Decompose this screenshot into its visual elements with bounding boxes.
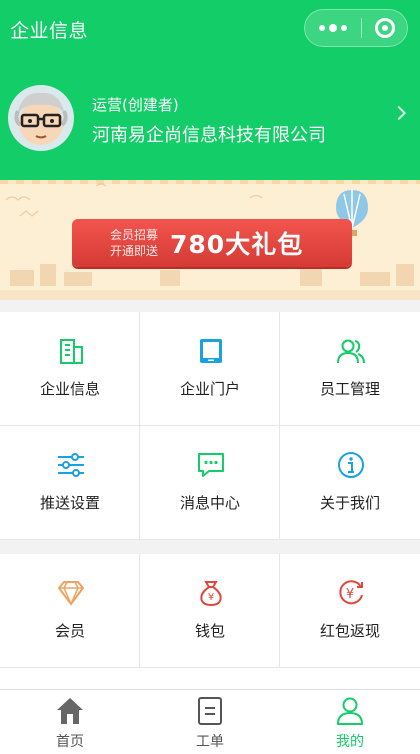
- grid-item-label: 会员: [54, 622, 85, 640]
- bottom-tab-bar: 首页 工单 我的: [0, 689, 420, 754]
- grid-item-label: 推送设置: [39, 494, 100, 512]
- more-menu-icon[interactable]: [305, 10, 361, 46]
- tab-work-order[interactable]: 工单: [140, 690, 280, 754]
- tab-mine[interactable]: 我的: [280, 690, 420, 754]
- grid-item-cashback[interactable]: ¥ 红包返现: [280, 554, 420, 668]
- grid-item-label: 关于我们: [319, 494, 380, 512]
- svg-text:¥: ¥: [346, 587, 354, 602]
- person-icon: [337, 697, 363, 725]
- grid-item-about-us[interactable]: 关于我们: [280, 426, 420, 540]
- tab-home[interactable]: 首页: [0, 690, 140, 754]
- work-order-icon: [198, 697, 222, 725]
- promo-line1: 会员招募: [110, 228, 159, 242]
- grid-item-company-portal[interactable]: 企业门户: [140, 312, 280, 426]
- sliders-icon: [58, 453, 84, 477]
- svg-text:¥: ¥: [208, 592, 214, 603]
- page-title: 企业信息: [10, 20, 89, 42]
- yen-refund-icon: ¥: [339, 580, 363, 605]
- diamond-icon: [58, 581, 84, 606]
- grid-item-label: 企业信息: [39, 380, 100, 398]
- grid-item-label: 员工管理: [319, 380, 380, 398]
- info-icon: [338, 452, 364, 478]
- message-icon: [198, 453, 224, 477]
- avatar[interactable]: [8, 85, 74, 151]
- mini-program-capsule: [304, 9, 408, 47]
- promo-banner[interactable]: 会员招募 开通即送 780大礼包: [0, 180, 420, 300]
- grid-item-label: 红包返现: [319, 622, 380, 640]
- company-name: 河南易企尚信息科技有限公司: [92, 125, 326, 146]
- close-mini-program-icon[interactable]: [362, 10, 407, 46]
- tab-label: 我的: [336, 734, 364, 750]
- grid-item-staff-management[interactable]: 员工管理: [280, 312, 420, 426]
- promo-line2: 开通即送: [110, 244, 159, 258]
- users-icon: [337, 339, 365, 364]
- promo-offer: 780大礼包: [170, 230, 304, 259]
- building-icon: [60, 339, 83, 364]
- tab-label: 首页: [56, 734, 84, 750]
- grid-item-company-info[interactable]: 企业信息: [0, 312, 140, 426]
- user-role: 运营(创建者): [92, 96, 179, 114]
- service-grid: 会员 ¥ 钱包 ¥ 红包返现: [0, 554, 420, 690]
- grid-item-label: 企业门户: [179, 380, 240, 398]
- grid-item-membership[interactable]: 会员: [0, 554, 140, 668]
- tablet-icon: [200, 339, 222, 363]
- promo-button[interactable]: 会员招募 开通即送 780大礼包: [72, 219, 352, 267]
- home-icon: [57, 698, 83, 724]
- grid-item-label: 消息中心: [179, 494, 240, 512]
- grid-item-wallet[interactable]: ¥ 钱包: [140, 554, 280, 668]
- grid-item-label: 钱包: [194, 622, 225, 640]
- grid-item-push-settings[interactable]: 推送设置: [0, 426, 140, 540]
- money-bag-icon: ¥: [200, 581, 222, 607]
- grid-item-message-center[interactable]: 消息中心: [140, 426, 280, 540]
- feature-grid: 企业信息 企业门户 员工管理 推送设置 消息中心 关于我们: [0, 312, 420, 540]
- profile-header: 企业信息 运营(创建者) 河南易企尚信息科技有限公司: [0, 0, 420, 180]
- tab-label: 工单: [196, 734, 224, 750]
- chevron-right-icon[interactable]: [391, 105, 407, 121]
